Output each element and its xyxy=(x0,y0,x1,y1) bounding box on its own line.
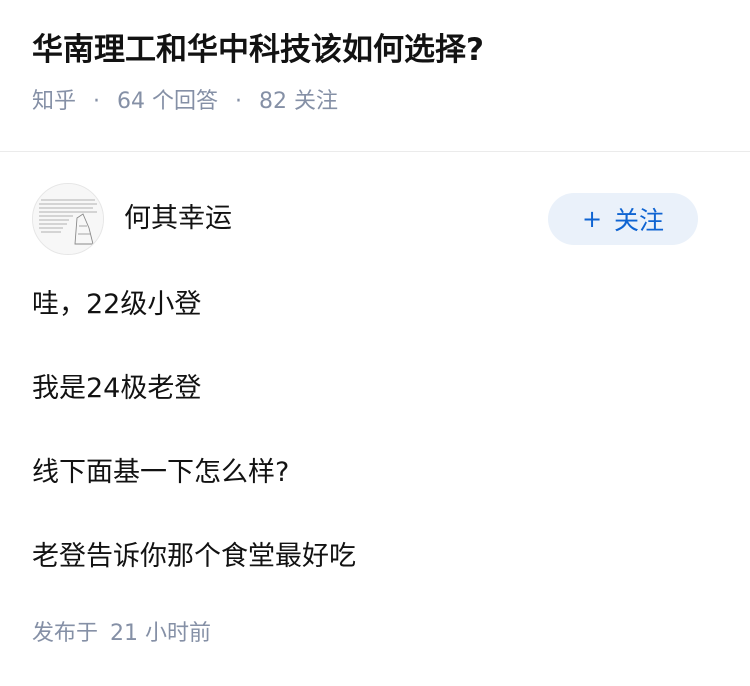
plus-icon: + xyxy=(581,205,603,233)
follower-count: 82 xyxy=(259,89,288,114)
author-info: 何其幸运 + 关注 xyxy=(32,183,698,255)
answer-count-link[interactable]: 64 个回答 xyxy=(117,89,225,114)
answer-paragraph: 老登告诉你那个食堂最好吃 xyxy=(32,541,356,572)
publish-label: 发布于 xyxy=(32,621,99,646)
separator-dot: · xyxy=(93,89,101,114)
question-meta: 知乎 · 64 个回答 · 82 关注 xyxy=(32,87,718,117)
separator-dot: · xyxy=(235,89,243,114)
header-divider xyxy=(0,151,750,152)
question-header: 华南理工和华中科技该如何选择? 知乎 · 64 个回答 · 82 关注 xyxy=(32,30,718,117)
publish-time: 发布于 21 小时前 xyxy=(32,619,211,649)
follower-count-link[interactable]: 82 关注 xyxy=(259,89,338,114)
follow-button-label: 关注 xyxy=(614,206,665,235)
follower-count-label: 关注 xyxy=(294,89,339,114)
question-title[interactable]: 华南理工和华中科技该如何选择? xyxy=(32,30,718,70)
answer-count: 64 xyxy=(117,89,146,114)
answer-paragraph: 哇，22级小登 xyxy=(32,289,202,320)
publish-time-value: 21 小时前 xyxy=(110,621,212,646)
avatar-image-icon xyxy=(33,184,103,254)
author-name[interactable]: 何其幸运 xyxy=(124,201,232,237)
answer-paragraph: 我是24极老登 xyxy=(32,373,202,404)
avatar[interactable] xyxy=(32,183,104,255)
answer-paragraph: 线下面基一下怎么样? xyxy=(32,457,290,488)
source-label[interactable]: 知乎 xyxy=(32,89,76,114)
follow-button[interactable]: + 关注 xyxy=(548,193,698,245)
answer-count-label: 个回答 xyxy=(152,89,219,114)
answer-content: 哇，22级小登 我是24极老登 线下面基一下怎么样? 老登告诉你那个食堂最好吃 xyxy=(32,283,718,579)
